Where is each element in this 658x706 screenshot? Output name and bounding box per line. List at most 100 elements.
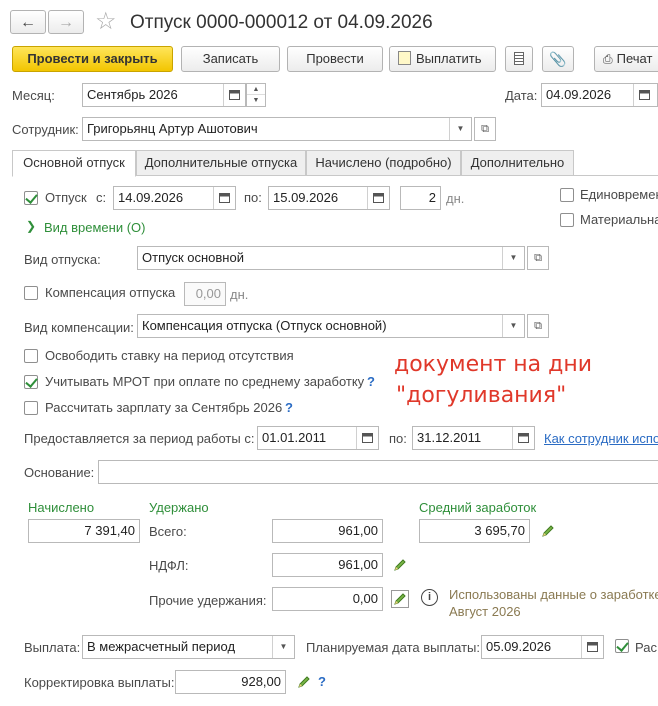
leave-to-field[interactable]: 15.09.2026 — [268, 186, 390, 210]
help-icon[interactable]: ? — [318, 674, 326, 689]
free-rate-checkbox[interactable] — [24, 349, 38, 363]
chevron-down-icon[interactable]: ▼ — [502, 315, 524, 337]
month-field[interactable]: Сентябрь 2026 — [82, 83, 246, 107]
compensation-label: Компенсация отпуска — [45, 285, 176, 300]
forward-button[interactable]: → — [48, 10, 84, 34]
help-icon[interactable]: ? — [285, 400, 293, 415]
back-button[interactable]: ← — [10, 10, 46, 34]
calc-salary-checkbox[interactable] — [24, 401, 38, 415]
leave-from-label: с: — [96, 190, 107, 205]
employee-history-link[interactable]: Как сотрудник испо — [544, 431, 658, 447]
basis-field[interactable] — [98, 460, 658, 484]
leave-days-unit: дн. — [446, 191, 465, 206]
ndfl-field[interactable]: 961,00 — [272, 553, 383, 577]
leave-label: Отпуск — [45, 190, 87, 205]
ndfl-label: НДФЛ: — [149, 558, 189, 573]
employee-label: Сотрудник: — [12, 122, 79, 137]
leave-to-label: по: — [244, 190, 262, 205]
arrow-right-icon: → — [58, 14, 74, 31]
period-to-label: по: — [389, 431, 407, 446]
one-time-checkbox[interactable] — [560, 188, 574, 202]
calc-payout-checkbox[interactable] — [615, 639, 629, 653]
compensation-kind-value: Компенсация отпуска (Отпуск основной) — [142, 318, 387, 333]
help-icon[interactable]: ? — [367, 374, 375, 389]
period-from-value: 01.01.2011 — [262, 430, 327, 445]
list-icon — [514, 52, 524, 65]
chevron-right-icon[interactable]: ❯ — [26, 219, 36, 233]
print-button[interactable]: ⎙ Печат — [594, 46, 658, 72]
calendar-icon[interactable] — [633, 84, 655, 106]
leave-to-value: 15.09.2026 — [273, 190, 339, 205]
employee-field[interactable]: Григорьянц Артур Ашотович ▼ — [82, 117, 472, 141]
leave-from-field[interactable]: 14.09.2026 — [113, 186, 236, 210]
calendar-icon[interactable] — [367, 187, 389, 209]
date-field[interactable]: 04.09.2026 — [541, 83, 658, 107]
pencil-icon[interactable] — [540, 523, 556, 539]
pay-button[interactable]: Выплатить — [389, 46, 496, 72]
avg-earnings-field[interactable]: 3 695,70 — [419, 519, 530, 543]
leave-kind-field[interactable]: Отпуск основной ▼ — [137, 246, 525, 270]
material-label: Материальна — [580, 212, 658, 227]
open-employee-button[interactable]: ⧉ — [474, 117, 496, 141]
material-checkbox[interactable] — [560, 213, 574, 227]
spin-up-icon[interactable]: ▲ — [247, 84, 265, 95]
tab-accrued-detail[interactable]: Начислено (подробно) — [306, 150, 461, 176]
period-to-field[interactable]: 31.12.2011 — [412, 426, 535, 450]
save-button[interactable]: Записать — [181, 46, 280, 72]
calendar-icon[interactable] — [223, 84, 245, 106]
post-and-close-button[interactable]: Провести и закрыть — [12, 46, 173, 72]
calendar-icon[interactable] — [213, 187, 235, 209]
open-leave-kind-button[interactable]: ⧉ — [527, 246, 549, 270]
period-from-field[interactable]: 01.01.2011 — [257, 426, 379, 450]
planned-date-label: Планируемая дата выплаты: — [306, 640, 480, 655]
leave-kind-value: Отпуск основной — [142, 250, 244, 265]
pencil-icon[interactable] — [392, 557, 408, 573]
favorite-star-icon[interactable]: ☆ — [95, 8, 117, 36]
pencil-icon[interactable] — [391, 590, 409, 608]
total-label: Всего: — [149, 524, 187, 539]
other-withholding-label: Прочие удержания: — [149, 593, 267, 608]
post-button[interactable]: Провести — [287, 46, 383, 72]
pencil-icon[interactable] — [296, 674, 312, 690]
calc-payout-label: Рас — [635, 640, 657, 655]
paperclip-icon: 📎 — [549, 51, 567, 67]
time-kind-link[interactable]: Вид времени (О) — [44, 220, 146, 236]
calendar-icon[interactable] — [581, 636, 603, 658]
accrued-label: Начислено — [28, 500, 95, 515]
mrot-checkbox[interactable] — [24, 375, 38, 389]
payout-value: В межрасчетный период — [87, 639, 236, 654]
month-spinner[interactable]: ▲ ▼ — [246, 83, 266, 107]
attach-button[interactable]: 📎 — [542, 46, 574, 72]
chevron-down-icon[interactable]: ▼ — [272, 636, 294, 658]
adjust-label: Корректировка выплаты: — [24, 675, 175, 690]
other-withholding-field[interactable]: 0,00 — [272, 587, 383, 611]
calc-salary-label: Рассчитать зарплату за Сентябрь 2026 — [45, 400, 283, 415]
basis-label: Основание: — [24, 465, 95, 480]
adjust-field[interactable]: 928,00 — [175, 670, 286, 694]
calendar-icon[interactable] — [512, 427, 534, 449]
month-label: Месяц: — [12, 88, 55, 103]
accrued-field[interactable]: 7 391,40 — [28, 519, 140, 543]
tab-additional[interactable]: Дополнительно — [461, 150, 574, 176]
compensation-kind-field[interactable]: Компенсация отпуска (Отпуск основной) ▼ — [137, 314, 525, 338]
calendar-icon[interactable] — [356, 427, 378, 449]
spin-down-icon[interactable]: ▼ — [247, 95, 265, 106]
payout-field[interactable]: В межрасчетный период ▼ — [82, 635, 295, 659]
compensation-days-field[interactable]: 0,00 — [184, 282, 226, 306]
leave-from-value: 14.09.2026 — [118, 190, 184, 205]
avg-earnings-label: Средний заработок — [419, 500, 537, 515]
leave-days-field[interactable]: 2 — [400, 186, 441, 210]
chevron-down-icon[interactable]: ▼ — [502, 247, 524, 269]
compensation-checkbox[interactable] — [24, 286, 38, 300]
list-report-button[interactable] — [505, 46, 533, 72]
document-pay-icon — [398, 51, 411, 65]
open-compensation-kind-button[interactable]: ⧉ — [527, 314, 549, 338]
chevron-down-icon[interactable]: ▼ — [449, 118, 471, 140]
planned-date-field[interactable]: 05.09.2026 — [481, 635, 604, 659]
total-field[interactable]: 961,00 — [272, 519, 383, 543]
planned-date-value: 05.09.2026 — [486, 639, 552, 654]
leave-checkbox[interactable] — [24, 191, 38, 205]
print-button-label: Печат — [616, 51, 653, 66]
tab-additional-leaves[interactable]: Дополнительные отпуска — [136, 150, 306, 176]
tab-main-leave[interactable]: Основной отпуск — [12, 150, 136, 177]
